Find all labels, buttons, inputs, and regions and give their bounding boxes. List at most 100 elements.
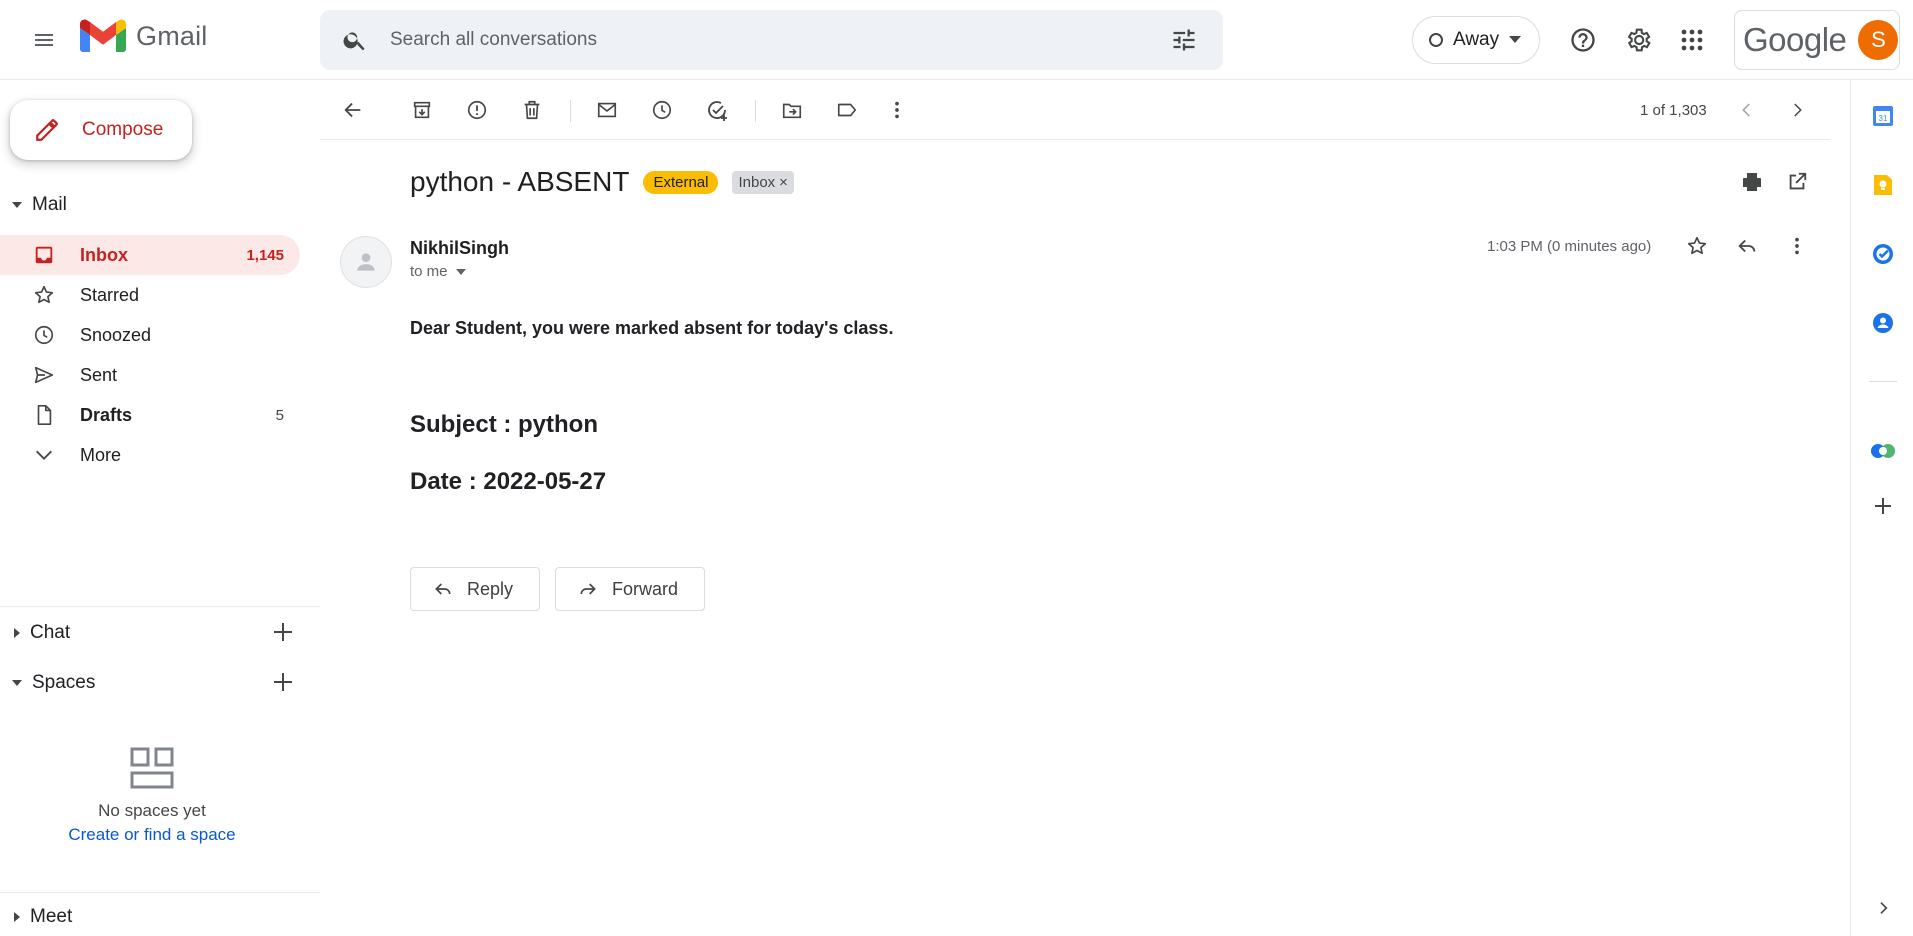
reply-icon-button[interactable] <box>1727 226 1767 266</box>
status-selector[interactable]: Away <box>1412 16 1540 64</box>
settings-button[interactable] <box>1618 20 1658 60</box>
report-spam-button[interactable] <box>457 90 497 130</box>
plus-icon <box>1875 498 1891 514</box>
toolbar-divider <box>755 100 756 122</box>
message-more-button[interactable] <box>1777 226 1817 266</box>
labels-button[interactable] <box>827 90 867 130</box>
toolbar-divider <box>570 100 571 122</box>
sender-avatar[interactable] <box>340 236 392 288</box>
status-dot-icon <box>1429 33 1443 47</box>
print-icon <box>1743 173 1761 191</box>
star-message-button[interactable] <box>1677 226 1717 266</box>
mail-section-label: Mail <box>32 194 67 215</box>
snooze-button[interactable] <box>642 90 682 130</box>
spaces-section-toggle[interactable]: Spaces <box>0 672 95 694</box>
archive-icon <box>413 101 431 119</box>
main-menu-button[interactable] <box>20 20 68 60</box>
open-in-new-icon <box>1789 172 1807 190</box>
sidebar-divider <box>0 606 320 607</box>
chevron-right-icon <box>1794 103 1802 117</box>
start-chat-button[interactable] <box>265 614 301 650</box>
sidebar-item-starred[interactable]: Starred <box>0 275 300 315</box>
move-to-button[interactable] <box>772 90 812 130</box>
sidebar-item-label: Snoozed <box>80 324 152 345</box>
hide-side-panel-button[interactable] <box>1868 893 1898 923</box>
side-panel: 31 <box>1850 80 1913 936</box>
svg-text:31: 31 <box>1879 114 1888 123</box>
tasks-icon <box>1873 244 1893 264</box>
left-sidebar: Compose Mail Inbox 1,145 Starred Snoozed… <box>0 80 320 936</box>
back-button[interactable] <box>333 90 373 130</box>
sender-name[interactable]: NikhilSingh <box>410 238 509 259</box>
keep-app-button[interactable] <box>1868 170 1898 200</box>
hamburger-icon <box>35 34 53 46</box>
no-spaces-placeholder: No spaces yet Create or find a space <box>0 747 304 845</box>
tasks-app-button[interactable] <box>1868 239 1898 269</box>
archive-button[interactable] <box>402 90 442 130</box>
meet-section-toggle[interactable]: Meet <box>0 906 72 928</box>
create-space-button[interactable] <box>265 664 301 700</box>
add-to-tasks-button[interactable] <box>697 90 737 130</box>
send-icon <box>32 363 56 387</box>
search-options-icon[interactable] <box>1170 26 1198 54</box>
sidebar-item-inbox[interactable]: Inbox 1,145 <box>0 235 300 275</box>
delete-button[interactable] <box>512 90 552 130</box>
sidebar-item-label: Inbox <box>80 244 128 265</box>
support-button[interactable] <box>1563 20 1603 60</box>
label-icon <box>837 103 857 117</box>
sidebar-item-drafts[interactable]: Drafts 5 <box>0 395 300 435</box>
open-new-window-button[interactable] <box>1777 162 1817 202</box>
star-icon <box>1687 236 1707 255</box>
help-icon <box>1571 28 1595 52</box>
message-time: 1:03 PM (0 minutes ago) <box>1487 238 1652 255</box>
search-input[interactable] <box>390 10 1150 70</box>
more-actions-button[interactable] <box>877 90 917 130</box>
person-icon <box>357 253 375 271</box>
app-name: Gmail <box>136 20 208 51</box>
create-space-link[interactable]: Create or find a space <box>0 825 304 845</box>
sidebar-item-more[interactable]: More <box>0 435 300 475</box>
zoom-addon-button[interactable] <box>1868 436 1898 466</box>
search-bar[interactable] <box>320 10 1223 70</box>
mail-section-toggle[interactable]: Mail <box>0 194 67 216</box>
google-apps-button[interactable] <box>1672 20 1712 60</box>
sidebar-item-snoozed[interactable]: Snoozed <box>0 315 300 355</box>
google-account-button[interactable]: Google S <box>1734 10 1900 70</box>
calendar-icon: 31 <box>1873 106 1893 126</box>
gmail-logo[interactable]: Gmail <box>80 18 208 54</box>
contacts-app-button[interactable] <box>1868 308 1898 338</box>
sidebar-item-label: Drafts <box>80 404 133 425</box>
inbox-label[interactable]: Inbox × <box>732 170 794 194</box>
older-button[interactable] <box>1777 90 1817 130</box>
print-button[interactable] <box>1732 162 1772 202</box>
search-icon[interactable] <box>342 27 368 53</box>
newer-button[interactable] <box>1727 90 1767 130</box>
reply-icon <box>1738 239 1756 253</box>
forward-button[interactable]: Forward <box>555 567 706 611</box>
sidebar-item-label: Starred <box>80 284 140 305</box>
message-body-intro: Dear Student, you were marked absent for… <box>410 318 894 338</box>
add-task-icon <box>708 101 727 121</box>
calendar-app-button[interactable]: 31 <box>1868 101 1898 131</box>
sidebar-item-label: Sent <box>80 364 118 385</box>
contacts-icon <box>1873 313 1893 333</box>
spaces-empty-icon <box>130 747 174 789</box>
mark-unread-button[interactable] <box>587 90 627 130</box>
compose-button[interactable]: Compose <box>10 100 192 160</box>
apps-grid-icon <box>1681 29 1703 51</box>
more-vert-icon <box>895 101 899 119</box>
gear-icon <box>1627 28 1651 52</box>
reply-button[interactable]: Reply <box>410 567 541 611</box>
recipient-details-toggle[interactable]: to me <box>410 263 466 280</box>
sidebar-item-sent[interactable]: Sent <box>0 355 300 395</box>
dropdown-arrow-icon <box>455 268 466 275</box>
side-panel-divider <box>1869 381 1897 382</box>
chevron-left-icon <box>1742 103 1750 117</box>
get-addons-button[interactable] <box>1868 491 1898 521</box>
chat-section-toggle[interactable]: Chat <box>0 622 70 644</box>
account-avatar: S <box>1858 20 1899 60</box>
remove-label-icon[interactable]: × <box>779 174 788 191</box>
top-bar: Gmail Away Google S <box>0 0 1913 80</box>
caret-right-icon <box>14 628 20 638</box>
draft-icon <box>32 403 56 427</box>
